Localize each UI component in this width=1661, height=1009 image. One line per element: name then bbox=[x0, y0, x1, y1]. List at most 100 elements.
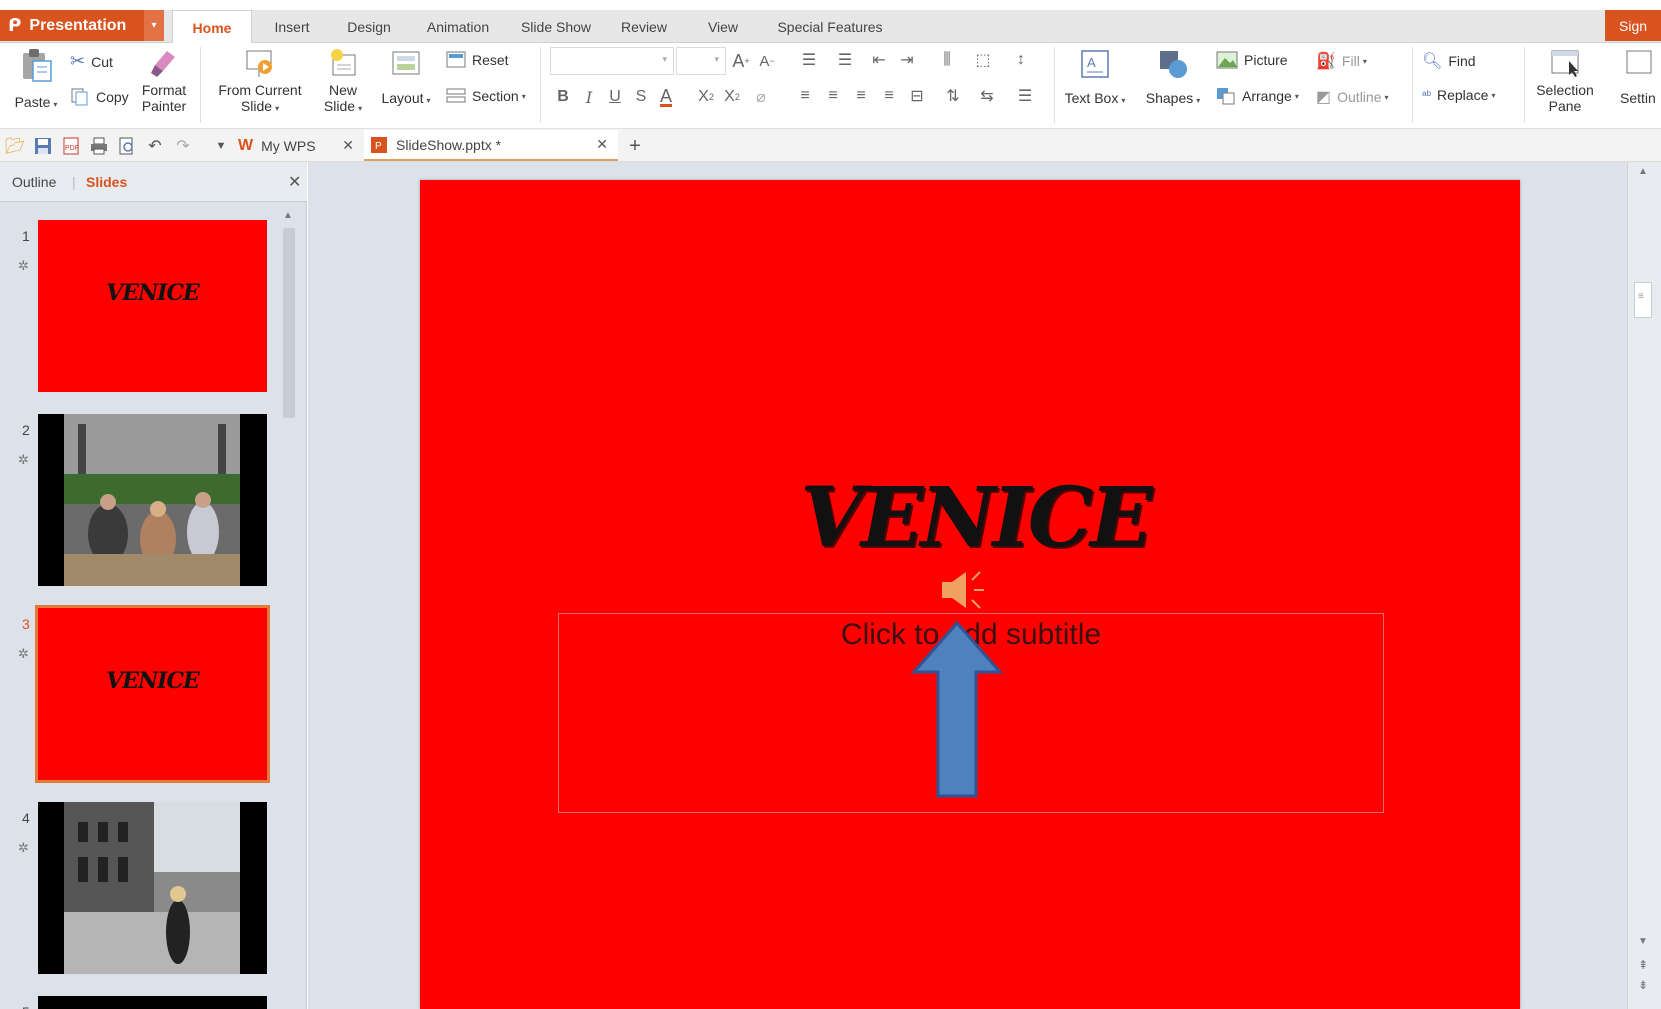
close-icon[interactable]: ✕ bbox=[288, 172, 301, 192]
scroll-up-icon[interactable]: ▲ bbox=[283, 210, 293, 221]
tab-divider: | bbox=[72, 174, 76, 190]
cut-button[interactable]: ✂ Cut bbox=[70, 51, 113, 72]
reset-button[interactable]: Reset bbox=[446, 51, 509, 69]
slide-thumbnail-3[interactable]: VENICE bbox=[35, 605, 270, 783]
settings-button[interactable]: Settin bbox=[1620, 47, 1661, 106]
outline-button[interactable]: ◩ Outline ▾ bbox=[1316, 87, 1389, 107]
columns-icon[interactable]: ⫼ bbox=[932, 49, 962, 71]
text-box-button[interactable]: A Text Box ▾ bbox=[1060, 47, 1130, 109]
undo-icon[interactable]: ↶ bbox=[144, 135, 166, 157]
arrange-button[interactable]: Arrange ▾ bbox=[1216, 87, 1299, 105]
selection-pane-button[interactable]: Selection Pane bbox=[1530, 47, 1600, 114]
line-spacing-icon[interactable]: ↕ bbox=[1006, 49, 1036, 71]
sign-in-button[interactable]: Sign bbox=[1605, 10, 1661, 41]
text-direction-icon[interactable]: ⬚ bbox=[968, 49, 998, 71]
close-icon[interactable]: ✕ bbox=[596, 136, 608, 153]
distributed-icon[interactable]: ⊟ bbox=[906, 85, 928, 107]
format-painter-button[interactable]: Format Painter bbox=[136, 47, 192, 114]
align-left-icon[interactable]: ≡ bbox=[794, 85, 816, 107]
brush-icon bbox=[151, 51, 175, 77]
tab-insert[interactable]: Insert bbox=[262, 10, 322, 43]
bullets-icon[interactable]: ☰ bbox=[794, 49, 824, 71]
picture-button[interactable]: Picture bbox=[1216, 51, 1288, 69]
speaker-audio-icon[interactable] bbox=[940, 568, 992, 612]
outline-label: Outline bbox=[1337, 89, 1382, 105]
open-folder-icon[interactable]: 📂︎ bbox=[4, 135, 26, 157]
scrollbar-thumb[interactable] bbox=[283, 228, 295, 418]
up-arrow-shape[interactable] bbox=[910, 620, 1004, 800]
app-menu-button[interactable]: ᑭ Presentation ▾ bbox=[0, 10, 164, 41]
decrease-indent-icon[interactable]: ⇤ bbox=[868, 49, 890, 71]
align-center-icon[interactable]: ≡ bbox=[822, 85, 844, 107]
print-icon[interactable] bbox=[88, 135, 110, 157]
export-pdf-icon[interactable]: PDF bbox=[60, 135, 82, 157]
fill-button[interactable]: ⛽ Fill ▾ bbox=[1316, 51, 1367, 71]
layout-button[interactable]: Layout ▾ bbox=[374, 47, 438, 109]
shrink-font-button[interactable]: A − bbox=[756, 49, 778, 73]
font-size-select[interactable]: ▾ bbox=[676, 47, 726, 75]
justify-icon[interactable]: ≡ bbox=[878, 85, 900, 107]
slide-thumbnail-5[interactable] bbox=[38, 996, 267, 1009]
new-tab-plus-icon[interactable]: + bbox=[624, 135, 646, 157]
slide-thumbnail-1[interactable]: VENICE bbox=[38, 220, 267, 392]
slide-thumbnail-4[interactable] bbox=[38, 802, 267, 974]
slide-title[interactable]: VENICE bbox=[790, 470, 1160, 566]
new-slide-button[interactable]: New Slide ▾ bbox=[320, 47, 366, 117]
copy-button[interactable]: Copy bbox=[70, 87, 129, 107]
replace-button[interactable]: ᵃᵇ Replace ▾ bbox=[1422, 87, 1495, 103]
doc-tab-slideshow[interactable]: P SlideShow.pptx * ✕ bbox=[364, 130, 618, 161]
thumbnails-scrollbar[interactable]: ▲ bbox=[279, 210, 299, 1009]
paragraph-spacing-icon[interactable]: ⇅ bbox=[942, 85, 964, 107]
tab-design[interactable]: Design bbox=[336, 10, 402, 43]
next-slide-icon[interactable]: ⇟ bbox=[1638, 978, 1648, 992]
align-right-icon[interactable]: ≡ bbox=[850, 85, 872, 107]
grow-font-button[interactable]: A + bbox=[730, 49, 752, 73]
reset-icon bbox=[446, 51, 466, 68]
tab-special-features[interactable]: Special Features bbox=[768, 10, 892, 43]
tab-outline[interactable]: Outline bbox=[12, 174, 56, 190]
tab-view[interactable]: View bbox=[696, 10, 750, 43]
clear-format-icon[interactable]: ⌀ bbox=[750, 85, 772, 109]
customize-toolbar-icon[interactable]: ▼ bbox=[210, 135, 232, 157]
paste-icon bbox=[23, 49, 52, 82]
doc-tab-my-wps[interactable]: W My WPS ✕ bbox=[238, 130, 354, 161]
from-current-label-2: Slide bbox=[240, 98, 273, 114]
previous-slide-icon[interactable]: ⇞ bbox=[1638, 958, 1648, 972]
paragraph-settings-icon[interactable]: ☰ bbox=[1010, 85, 1040, 107]
paint-bucket-icon: ⛽ bbox=[1316, 53, 1336, 70]
underline-button[interactable]: U bbox=[604, 85, 626, 109]
print-preview-icon[interactable] bbox=[116, 135, 138, 157]
indent-spacing-icon[interactable]: ⇆ bbox=[976, 85, 998, 107]
ribbon-home: Paste ▾ ✂ Cut Copy Format Painter From C… bbox=[0, 43, 1661, 129]
tab-home[interactable]: Home bbox=[172, 10, 252, 44]
italic-button[interactable]: I bbox=[578, 85, 600, 109]
superscript-button[interactable]: X2 bbox=[694, 85, 718, 109]
shapes-button[interactable]: Shapes ▾ bbox=[1140, 47, 1206, 109]
strikethrough-button[interactable]: S bbox=[630, 85, 652, 109]
save-icon[interactable] bbox=[32, 135, 54, 157]
from-current-slide-button[interactable]: From Current Slide ▾ bbox=[210, 47, 310, 117]
numbering-icon[interactable]: ☰ bbox=[830, 49, 860, 71]
tab-review[interactable]: Review bbox=[612, 10, 676, 43]
editor-vertical-scrollbar[interactable]: ▲ ≡ ▼ ⇞ ⇟ bbox=[1627, 162, 1661, 1009]
tab-slide-show[interactable]: Slide Show bbox=[514, 10, 598, 43]
slide-canvas[interactable]: VENICE Click to add subtitle bbox=[420, 180, 1520, 1009]
outline-pen-icon: ◩ bbox=[1316, 89, 1332, 106]
tab-slides[interactable]: Slides bbox=[86, 174, 127, 190]
subscript-button[interactable]: X2 bbox=[720, 85, 744, 109]
section-button[interactable]: Section ▾ bbox=[446, 87, 526, 105]
font-color-button[interactable]: A bbox=[654, 83, 678, 109]
font-family-select[interactable]: ▾ bbox=[550, 47, 674, 75]
find-button[interactable]: 🔍︎ Find bbox=[1422, 51, 1476, 71]
tab-animation[interactable]: Animation bbox=[414, 10, 502, 43]
increase-indent-icon[interactable]: ⇥ bbox=[896, 49, 918, 71]
close-icon[interactable]: ✕ bbox=[342, 137, 354, 154]
scrollbar-thumb[interactable]: ≡ bbox=[1634, 282, 1652, 318]
paste-button[interactable]: Paste ▾ bbox=[8, 47, 64, 113]
scroll-up-icon[interactable]: ▲ bbox=[1638, 166, 1648, 177]
slide-thumbnail-2[interactable] bbox=[38, 414, 267, 586]
redo-icon[interactable]: ↷ bbox=[172, 135, 194, 157]
chevron-down-icon[interactable]: ▾ bbox=[144, 10, 164, 41]
bold-button[interactable]: B bbox=[552, 85, 574, 109]
scroll-down-icon[interactable]: ▼ bbox=[1638, 936, 1648, 947]
